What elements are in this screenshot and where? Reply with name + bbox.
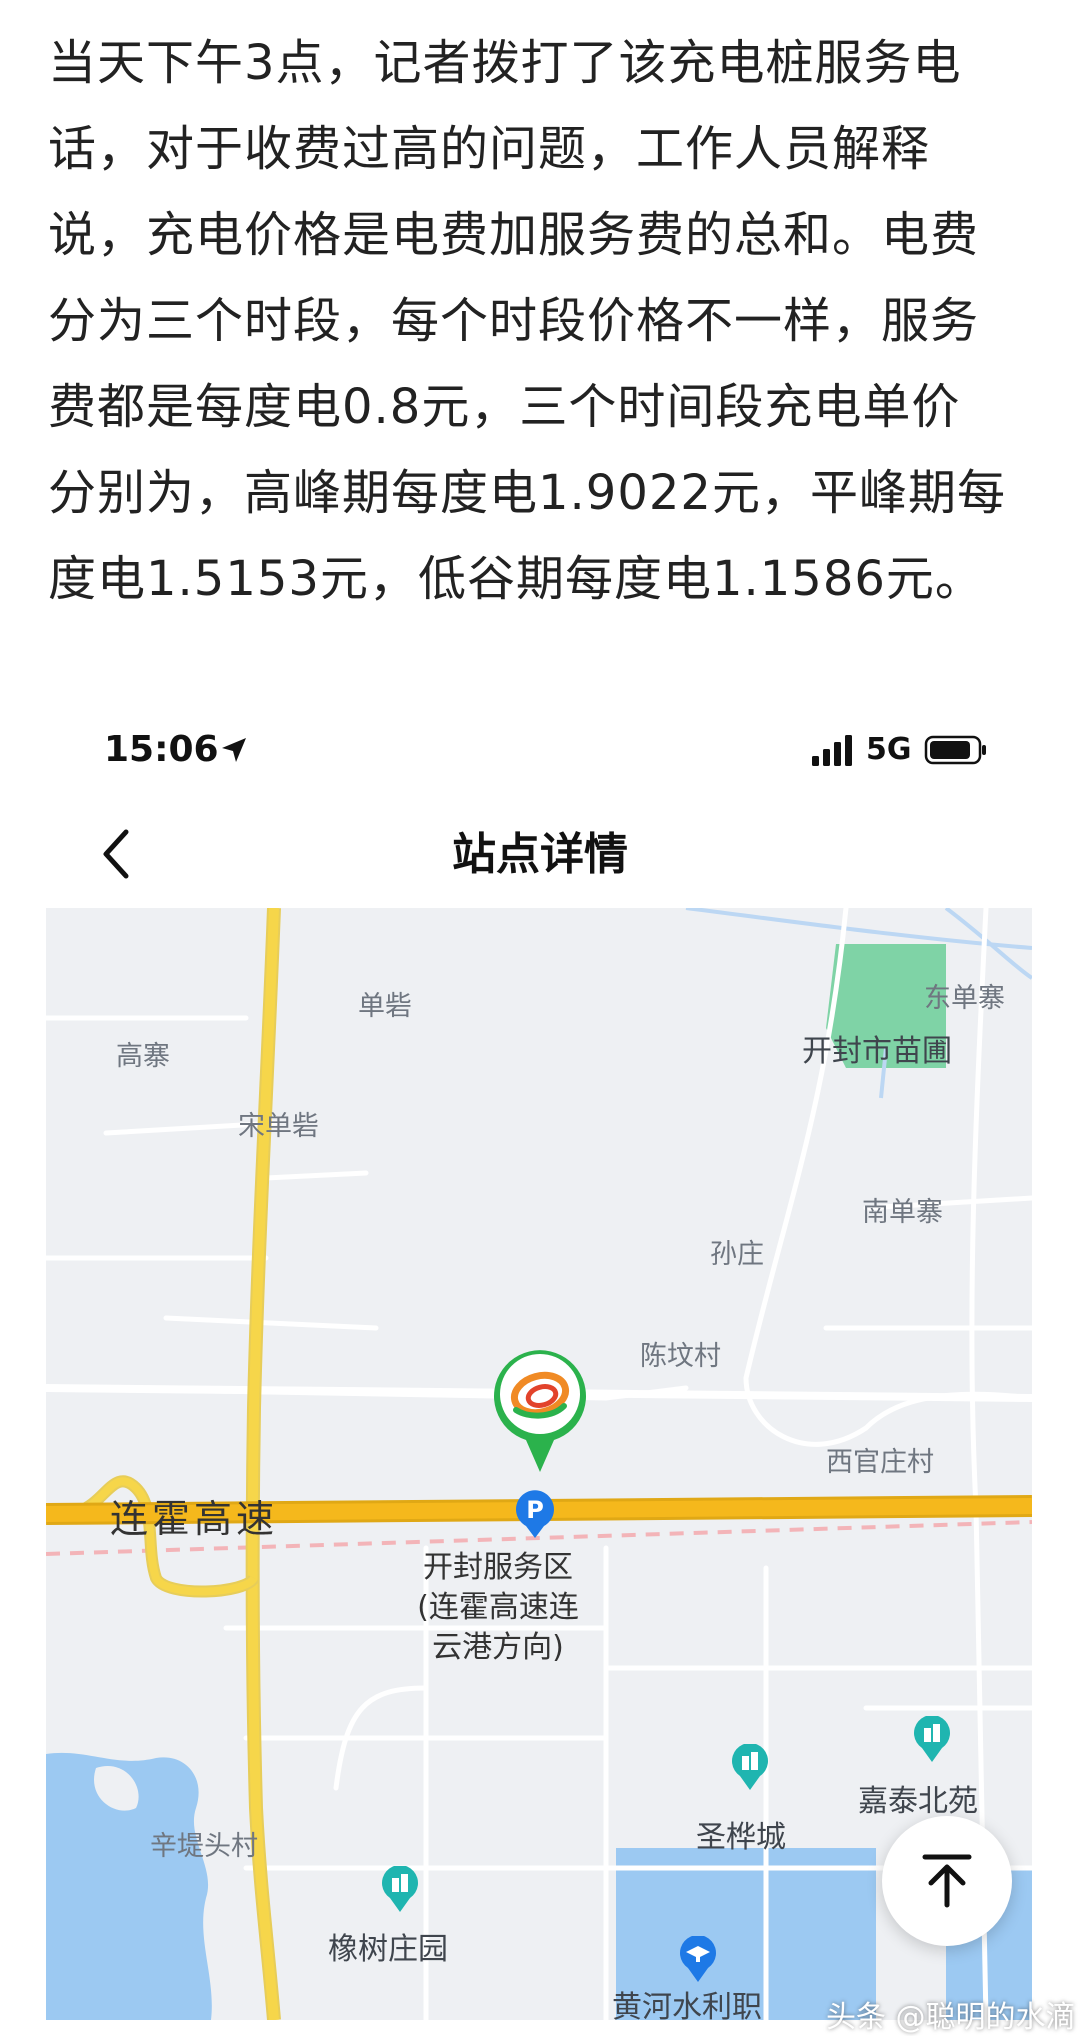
place-label: 宋单砦 [238, 1111, 319, 1142]
watermark: 头条 @聪明的水滴 [826, 2000, 1076, 2035]
place-label: 开封市苗圃 [802, 1034, 952, 1069]
service-area-line: 云港方向) [432, 1630, 564, 1665]
status-bar: 15:06 5G [0, 720, 1080, 780]
signal-icon [812, 735, 852, 766]
place-label: 陈坟村 [640, 1341, 721, 1372]
residential-poi-icon [914, 1716, 950, 1762]
service-area-line: (连霍高速连 [417, 1590, 579, 1625]
school-poi-icon [680, 1936, 716, 1982]
place-label: 单砦 [358, 991, 412, 1022]
article-text: 当天下午3点，记者拨打了该充电桩服务电 话，对于收费过高的问题，工作人员解释 说… [48, 20, 1038, 622]
status-time: 15:06 [104, 729, 219, 770]
highway-label: 连霍高速 [110, 1497, 279, 1541]
place-label: 圣桦城 [696, 1820, 786, 1855]
place-label: 西官庄村 [826, 1447, 934, 1478]
svg-text:P: P [526, 1496, 544, 1524]
residential-poi-icon [732, 1744, 768, 1790]
place-label: 橡树庄园 [328, 1932, 448, 1967]
article-line: 度电1.5153元，低谷期每度电1.1586元。 [48, 551, 984, 607]
place-label: 东单寨 [924, 983, 1005, 1014]
place-label: 高寨 [116, 1041, 170, 1072]
article-line: 当天下午3点，记者拨打了该充电桩服务电 [48, 35, 962, 91]
page-title: 站点详情 [452, 829, 628, 880]
place-label: 孙庄 [710, 1239, 764, 1270]
article-line: 费都是每度电0.8元，三个时间段充电单价 [48, 379, 961, 435]
place-label: 辛堤头村 [150, 1831, 258, 1862]
article-line: 分别为，高峰期每度电1.9022元，平峰期每 [48, 465, 1006, 521]
location-arrow-icon [222, 738, 246, 762]
place-label: 黄河水利职 [612, 1990, 762, 2020]
residential-poi-icon [382, 1866, 418, 1912]
service-area-line: 开封服务区 [423, 1550, 573, 1585]
article-line: 说，充电价格是电费加服务费的总和。电费 [48, 207, 980, 263]
article-line: 分为三个时段，每个时段价格不一样，服务 [48, 293, 980, 349]
back-to-top-icon [922, 1854, 972, 1908]
charging-station-pin-icon[interactable] [492, 1344, 588, 1474]
map-view[interactable]: 单砦 高寨 宋单砦 东单寨 开封市苗圃 南单寨 孙庄 陈坟村 西官庄村 嘉泰北苑… [46, 908, 1032, 2020]
battery-icon [924, 735, 986, 765]
place-label: 南单寨 [862, 1197, 943, 1228]
nav-bar: 站点详情 [0, 810, 1080, 900]
network-type: 5G [866, 732, 912, 767]
parking-icon[interactable]: P [514, 1488, 556, 1540]
place-label: 嘉泰北苑 [858, 1784, 978, 1819]
article-line: 话，对于收费过高的问题，工作人员解释 [48, 121, 931, 177]
back-to-top-button[interactable] [882, 1816, 1012, 1946]
service-area-label: 开封服务区 (连霍高速连 云港方向) [388, 1548, 608, 1668]
